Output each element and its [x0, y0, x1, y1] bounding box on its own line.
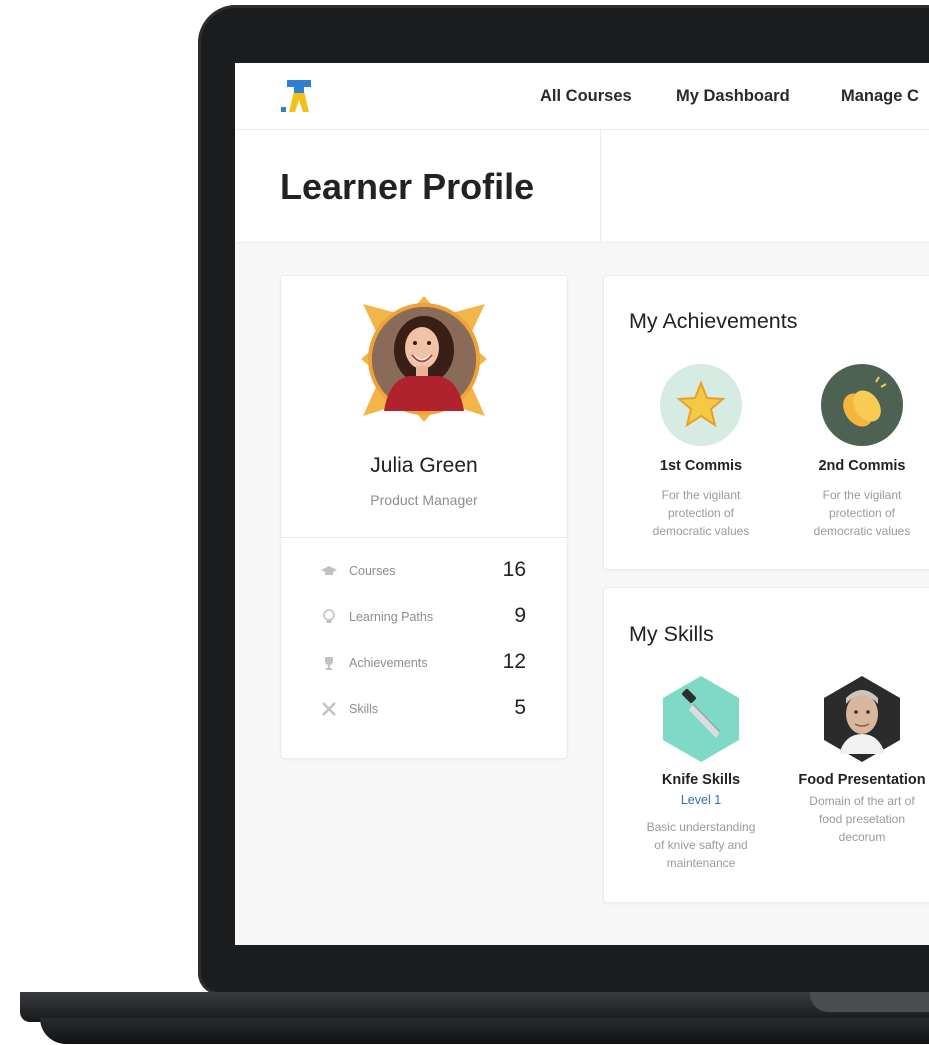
stat-label: Learning Paths: [349, 610, 434, 624]
skill-desc-line: of knive safty and: [654, 838, 748, 852]
avatar[interactable]: [359, 294, 489, 424]
profile-role: Product Manager: [370, 492, 478, 508]
achievement-title: 1st Commis: [659, 458, 743, 474]
page-header: Learner Profile: [235, 130, 929, 243]
skill-item[interactable]: Knife Skills Level 1 Basic understanding…: [636, 674, 766, 884]
stat-value: 12: [502, 650, 526, 673]
skill-title: Knife Skills: [661, 772, 741, 788]
stat-row-learning-paths[interactable]: Learning Paths 9: [321, 604, 526, 630]
stat-row-courses[interactable]: Courses 16: [321, 558, 526, 584]
laptop-notch: [810, 992, 929, 1012]
stat-value: 9: [514, 604, 526, 627]
stat-value: 5: [514, 696, 526, 719]
trophy-icon: [321, 655, 337, 671]
profile-card: Julia Green Product Manager Courses 16 L…: [280, 275, 568, 759]
achievement-title: 2nd Commis: [818, 458, 906, 474]
achievement-desc-line: democratic values: [652, 524, 750, 538]
chef-portrait: [824, 676, 900, 762]
skill-desc-line: food presetation: [818, 812, 906, 826]
stat-label: Courses: [349, 564, 396, 578]
skill-desc-line: Basic understanding: [646, 820, 756, 834]
achievement-desc-line: protection of: [828, 506, 896, 520]
profile-divider: [281, 537, 567, 538]
lightbulb-icon: [321, 609, 337, 625]
skill-desc-line: Domain of the art of: [809, 794, 915, 808]
nav-link-all-courses[interactable]: All Courses: [540, 87, 632, 106]
skill-item[interactable]: Food Presentation Domain of the art of f…: [797, 674, 927, 884]
skills-title: My Skills: [629, 622, 714, 646]
app-logo-icon[interactable]: [281, 78, 315, 114]
header-divider: [600, 130, 601, 242]
achievement-desc-line: For the vigilant: [822, 488, 902, 502]
achievement-desc-line: For the vigilant: [661, 488, 741, 502]
stat-label: Achievements: [349, 656, 428, 670]
stat-value: 16: [502, 558, 526, 581]
top-navigation: All Courses My Dashboard Manage C: [235, 63, 929, 130]
laptop-screen: All Courses My Dashboard Manage C Learne…: [235, 63, 929, 945]
skill-level: Level 1: [680, 793, 722, 807]
achievements-title: My Achievements: [629, 309, 798, 333]
nav-link-my-dashboard[interactable]: My Dashboard: [676, 87, 790, 106]
skills-card: My Skills Knife Skills Level 1 Basic und…: [603, 587, 929, 903]
skill-desc-line: maintenance: [666, 856, 736, 870]
graduation-cap-icon: [321, 563, 337, 579]
stat-label: Skills: [349, 702, 379, 716]
achievements-card: My Achievements 1st Commis For the vigil…: [603, 275, 929, 570]
star-icon: [660, 364, 742, 446]
stat-row-achievements[interactable]: Achievements 12: [321, 650, 526, 676]
skill-title: Food Presentation: [798, 772, 926, 788]
clapping-hands-icon: [821, 364, 903, 446]
achievement-desc-line: democratic values: [813, 524, 911, 538]
nav-link-manage-courses[interactable]: Manage C: [841, 87, 919, 106]
achievement-desc-line: protection of: [667, 506, 735, 520]
achievement-item[interactable]: 2nd Commis For the vigilant protection o…: [797, 364, 927, 544]
tools-icon: [321, 701, 337, 717]
profile-name: Julia Green: [370, 454, 478, 477]
achievement-item[interactable]: 1st Commis For the vigilant protection o…: [636, 364, 766, 544]
knife-icon: [663, 676, 739, 762]
laptop-base-lip: [40, 1018, 929, 1044]
skill-desc-line: decorum: [838, 830, 886, 844]
stat-row-skills[interactable]: Skills 5: [321, 696, 526, 722]
page-title: Learner Profile: [280, 166, 535, 207]
